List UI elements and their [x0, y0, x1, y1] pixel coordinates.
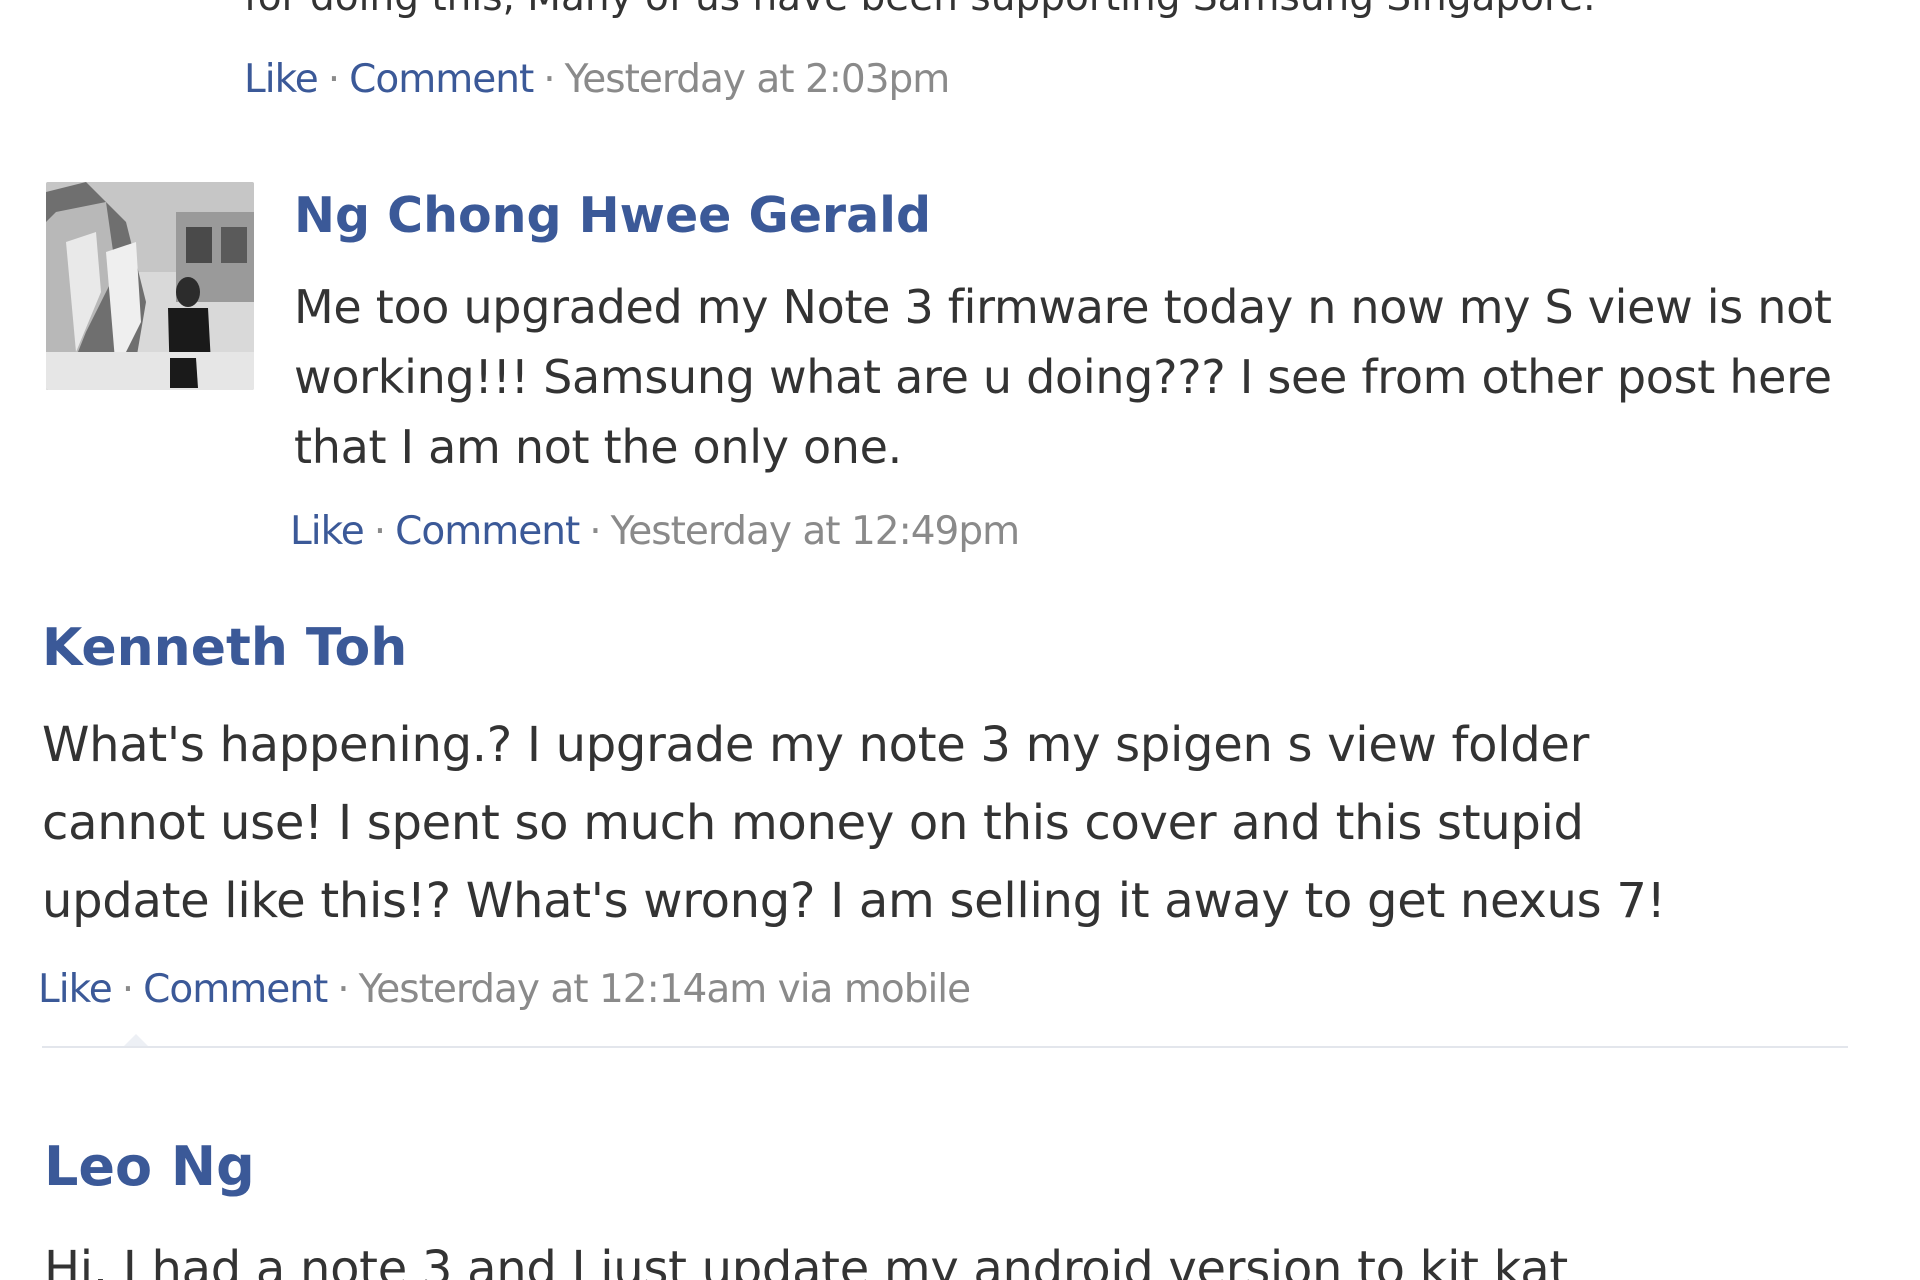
comment-author[interactable]: Ng Chong Hwee Gerald [294, 186, 931, 246]
timestamp: Yesterday at 12:14am via mobile [358, 967, 971, 1012]
comment-link[interactable]: Comment [395, 509, 580, 554]
divider [42, 1046, 1848, 1048]
comment-author[interactable]: Kenneth Toh [42, 616, 407, 680]
comment-line: that I am not the only one. [294, 420, 902, 474]
comment-thread: for doing this, Many of us have been sup… [0, 0, 1920, 1280]
comment-actions: Like · Comment · Yesterday at 12:49pm [290, 508, 1020, 556]
comment-line: cannot use! I spent so much money on thi… [42, 795, 1584, 851]
comment-author[interactable]: Leo Ng [44, 1134, 255, 1200]
comment-line: working!!! Samsung what are u doing??? I… [294, 350, 1832, 404]
avatar[interactable] [46, 182, 254, 390]
comment-body: What's happening.? I upgrade my note 3 m… [42, 706, 1666, 940]
separator: · [337, 967, 349, 1012]
separator: · [589, 509, 601, 554]
comment-line: Me too upgraded my Note 3 firmware today… [294, 280, 1832, 334]
comment-body: Hi. I had a note 3 and I just update my … [44, 1230, 1568, 1280]
like-link[interactable]: Like [244, 57, 319, 102]
divider-notch [124, 1034, 148, 1046]
comment-body: Me too upgraded my Note 3 firmware today… [294, 272, 1832, 482]
avatar-photo-icon [46, 182, 254, 390]
comment-link[interactable]: Comment [143, 967, 328, 1012]
separator: · [327, 57, 340, 102]
comment-line: Hi. I had a note 3 and I just update my … [44, 1241, 1568, 1280]
separator: · [543, 57, 555, 102]
timestamp: Yesterday at 2:03pm [564, 57, 951, 102]
timestamp: Yesterday at 12:49pm [610, 509, 1020, 554]
comment-link[interactable]: Comment [349, 57, 534, 102]
comment-actions: Like · Comment · Yesterday at 12:14am via mo… [38, 966, 971, 1014]
reply-actions: Like · Comment · Yesterday at 2:03pm [244, 56, 951, 104]
comment-line: update like this!? What's wrong? I am se… [42, 873, 1666, 929]
reply-text-fragment: for doing this, Many of us have been sup… [244, 0, 1596, 22]
comment-line: What's happening.? I upgrade my note 3 m… [42, 717, 1590, 773]
like-link[interactable]: Like [290, 509, 365, 554]
separator: · [373, 509, 386, 554]
like-link[interactable]: Like [38, 967, 113, 1012]
separator: · [121, 967, 134, 1012]
